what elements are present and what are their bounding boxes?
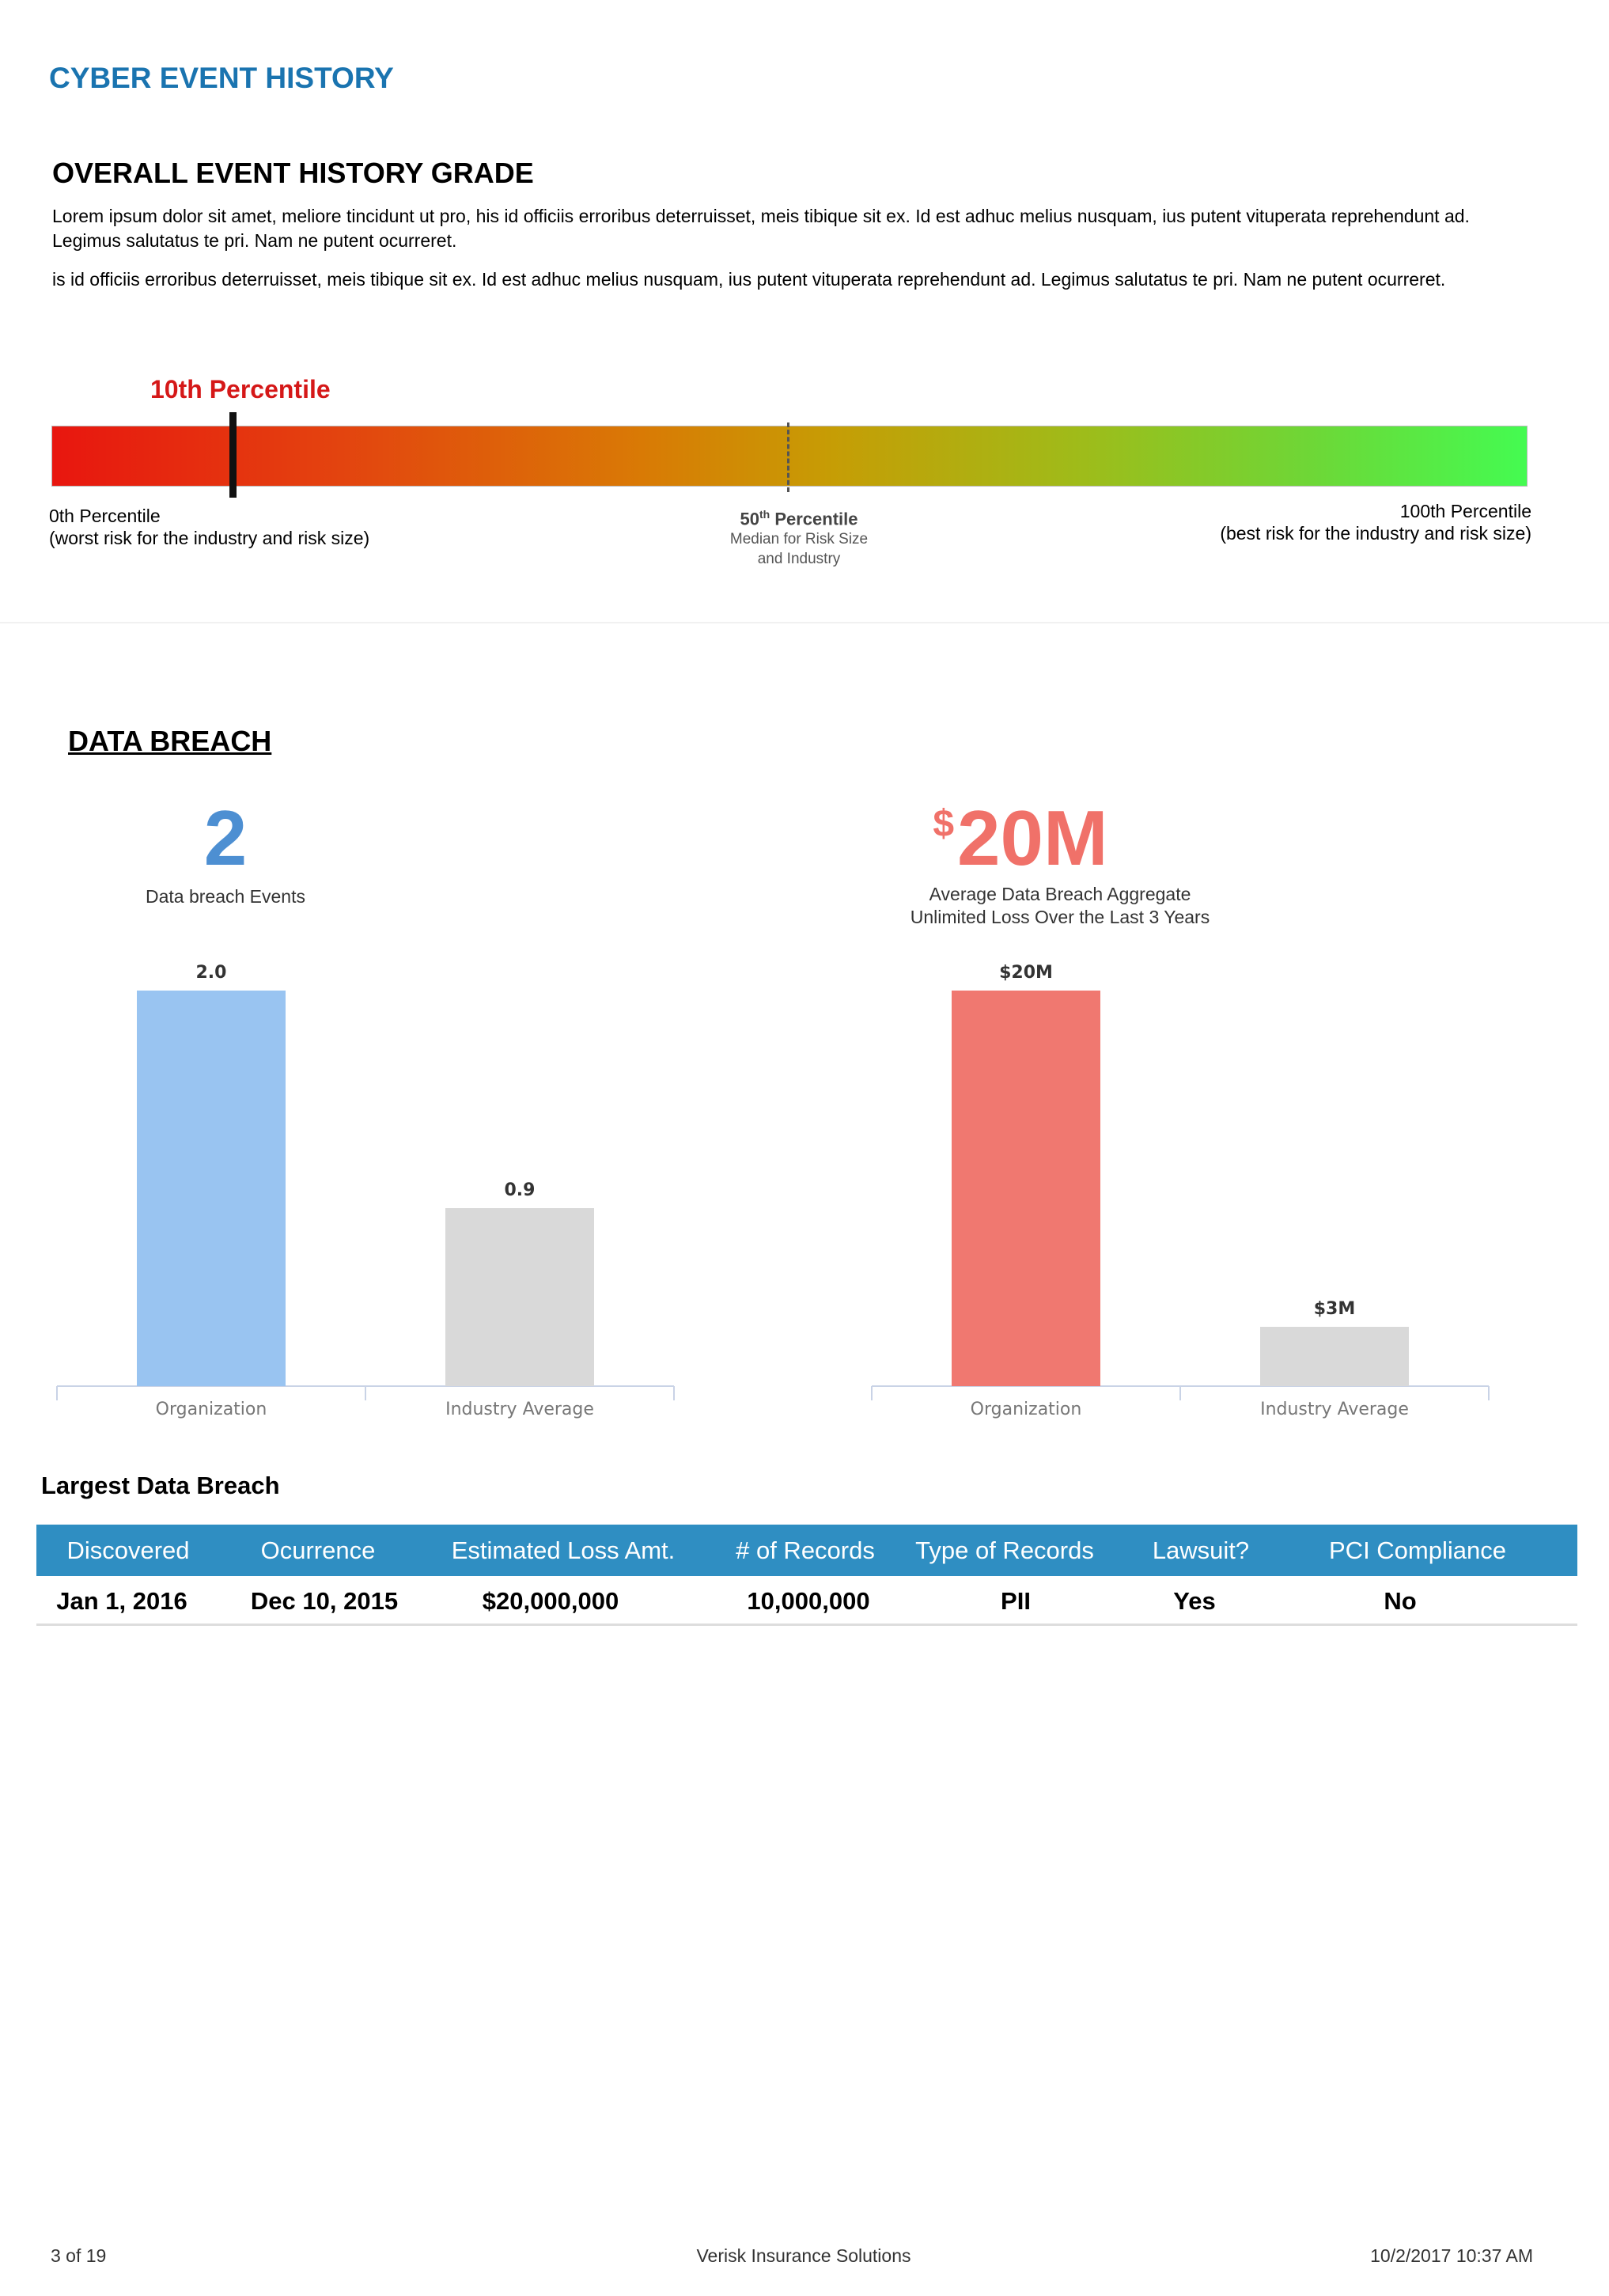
breach-events-count: 2 xyxy=(203,794,248,881)
bar-industry-average xyxy=(1260,1327,1409,1386)
breach-events-chart-svg: 2.0 Organization 0.9 Industry Average xyxy=(56,963,675,1419)
breach-loss-stat: $20M xyxy=(902,799,1139,877)
category-label: Organization xyxy=(971,1400,1082,1419)
largest-breach-title: Largest Data Breach xyxy=(41,1472,280,1499)
grade-title: OVERALL EVENT HISTORY GRADE xyxy=(52,157,534,189)
column-header: Ocurrence xyxy=(260,1536,376,1564)
table-cell: $20,000,000 xyxy=(482,1587,619,1615)
left-tick-title: 0th Percentile xyxy=(49,506,161,526)
page-number: 3 of 19 xyxy=(51,2245,107,2266)
column-header: Lawsuit? xyxy=(1152,1536,1250,1564)
right-tick-title: 100th Percentile xyxy=(1399,501,1531,521)
median-tick-title: 50th Percentile xyxy=(680,508,918,529)
data-breach-title: DATA BREACH xyxy=(68,725,272,757)
right-tick-desc: (best risk for the industry and risk siz… xyxy=(1220,523,1531,544)
breach-loss-chart: $20M Organization $3M Industry Average xyxy=(862,949,1511,1444)
largest-breach-table: Discovered Ocurrence Estimated Loss Amt. # … xyxy=(36,1525,1577,1626)
table-cell: No xyxy=(1384,1587,1417,1615)
median-number: 50 xyxy=(740,509,759,529)
percentile-marker xyxy=(229,412,237,498)
grade-description: Lorem ipsum dolor sit amet, meliore tinc… xyxy=(52,206,1470,251)
bar-industry-average xyxy=(445,1208,594,1386)
section-title: CYBER EVENT HISTORY xyxy=(49,62,394,94)
median-word: Percentile xyxy=(774,509,858,529)
category-label: Organization xyxy=(156,1400,267,1419)
table-row: Jan 1, 2016 Dec 10, 2015 $20,000,000 10,000… xyxy=(36,1576,1577,1626)
column-header: Estimated Loss Amt. xyxy=(451,1536,676,1564)
category-label: Industry Average xyxy=(1260,1400,1409,1419)
bar-organization xyxy=(137,991,286,1386)
median-marker xyxy=(787,422,789,492)
percentile-label: 10th Percentile xyxy=(150,375,331,404)
left-tick-desc: (worst risk for the industry and risk si… xyxy=(49,528,370,548)
median-desc-2: and Industry xyxy=(757,551,841,568)
currency-symbol: $ xyxy=(933,803,955,845)
median-desc-1: Median for Risk Size xyxy=(729,531,869,548)
table-header: Discovered Ocurrence Estimated Loss Amt. # … xyxy=(36,1525,1577,1616)
footer-company: Verisk Insurance Solutions xyxy=(696,2245,911,2266)
right-tick-label: 100th Percentile (best risk for the indu… xyxy=(1220,500,1531,544)
category-label: Industry Average xyxy=(445,1400,594,1419)
bar-value-label: $20M xyxy=(999,963,1053,983)
median-tick-label: 50th Percentile Median for Risk Size and… xyxy=(680,508,918,569)
bar-value-label: $3M xyxy=(1314,1299,1356,1319)
percentile-gradient-bar xyxy=(51,426,1528,487)
section-divider xyxy=(0,622,1609,623)
column-header: PCI Compliance Issues? xyxy=(1329,1536,1506,1616)
breach-events-caption: Data breach Events xyxy=(145,886,305,907)
bar-value-label: 2.0 xyxy=(196,963,227,983)
bar-value-label: 0.9 xyxy=(505,1180,536,1200)
breach-loss-caption: Average Data Breach Aggregate Unlimited … xyxy=(862,883,1258,929)
breach-events-chart: 2.0 Organization 0.9 Industry Average xyxy=(47,949,696,1444)
breach-loss-caption-1: Average Data Breach Aggregate xyxy=(929,884,1191,904)
bar-organization xyxy=(952,991,1100,1386)
grade-description-2: is id officiis erroribus deterruisset, m… xyxy=(52,269,1446,290)
breach-loss-caption-2: Unlimited Loss Over the Last 3 Years xyxy=(910,907,1210,927)
breach-loss-value: 20M xyxy=(957,794,1108,881)
left-tick-label: 0th Percentile (worst risk for the indus… xyxy=(49,505,369,549)
footer-timestamp: 10/2/2017 10:37 AM xyxy=(1370,2245,1533,2266)
breach-loss-chart-svg: $20M Organization $3M Industry Average xyxy=(871,963,1490,1419)
median-suffix: th xyxy=(759,508,770,521)
table-cell: Dec 10, 2015 xyxy=(250,1587,399,1615)
